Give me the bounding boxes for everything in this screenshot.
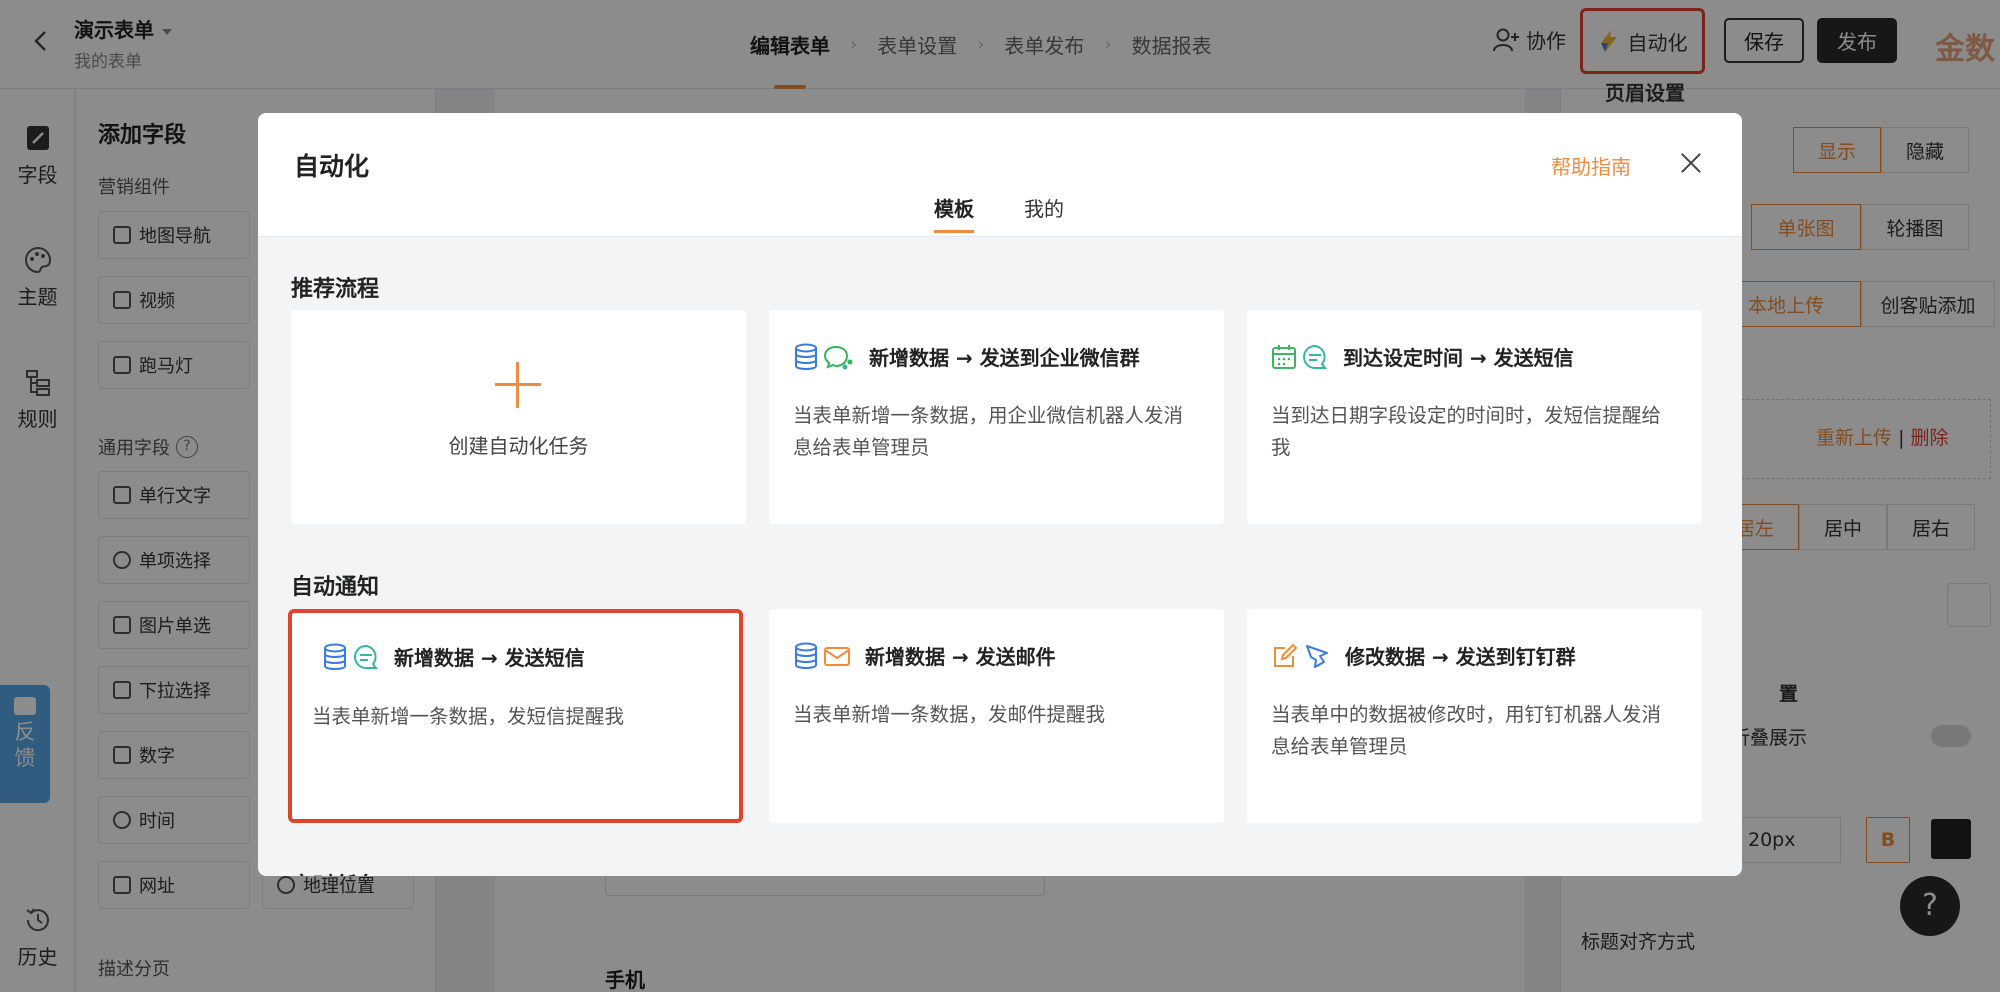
template-card[interactable]: 新增数据 → 发送到企业微信群 当表单新增一条数据，用企业微信机器人发消息给表单… — [769, 310, 1224, 524]
template-card-selected[interactable]: 新增数据 → 发送短信 当表单新增一条数据，发短信提醒我 — [288, 609, 743, 823]
section-scheduled-peek: 定时任务 — [291, 868, 379, 876]
dingtalk-icon — [1306, 644, 1328, 668]
close-icon[interactable] — [1676, 148, 1706, 178]
tab-mine[interactable]: 我的 — [1024, 193, 1064, 222]
template-card[interactable]: 新增数据 → 发送邮件 当表单新增一条数据，发邮件提醒我 — [769, 609, 1224, 823]
template-card[interactable]: 到达设定时间 → 发送短信 当到达日期字段设定的时间时，发短信提醒给我 — [1247, 310, 1702, 524]
wechat-work-icon — [823, 345, 853, 369]
help-guide-link[interactable]: 帮助指南 — [1551, 151, 1631, 180]
modal-title: 自动化 — [294, 152, 370, 181]
edit-icon — [1274, 643, 1298, 667]
create-automation-label: 创建自动化任务 — [448, 434, 589, 458]
section-recommended: 推荐流程 — [291, 277, 380, 302]
create-automation-card[interactable]: 创建自动化任务 — [291, 310, 746, 524]
sms-icon — [1303, 344, 1327, 369]
card-description: 当表单新增一条数据，用企业微信机器人发消息给表单管理员 — [793, 404, 1184, 459]
sms-icon — [354, 644, 378, 669]
calendar-icon — [1272, 344, 1296, 369]
card-description: 当表单中的数据被修改时，用钉钉机器人发消息给表单管理员 — [1271, 703, 1662, 758]
plus-icon — [495, 362, 541, 408]
template-card[interactable]: 修改数据 → 发送到钉钉群 当表单中的数据被修改时，用钉钉机器人发消息给表单管理… — [1247, 609, 1702, 823]
database-icon — [324, 643, 346, 670]
database-icon — [795, 642, 817, 669]
tab-templates[interactable]: 模板 — [934, 193, 974, 233]
card-description: 当表单新增一条数据，发邮件提醒我 — [793, 703, 1106, 726]
card-description: 当到达日期字段设定的时间时，发短信提醒给我 — [1271, 404, 1662, 459]
mail-icon — [824, 646, 850, 666]
database-icon — [795, 343, 817, 370]
section-auto-notify: 自动通知 — [291, 575, 380, 600]
modal-header: 自动化 帮助指南 模板 我的 — [258, 113, 1742, 237]
card-description: 当表单新增一条数据，发短信提醒我 — [312, 705, 625, 728]
automation-modal: 自动化 帮助指南 模板 我的 推荐流程 创建自动化任务 新增数据 → 发送到企业… — [258, 113, 1742, 876]
